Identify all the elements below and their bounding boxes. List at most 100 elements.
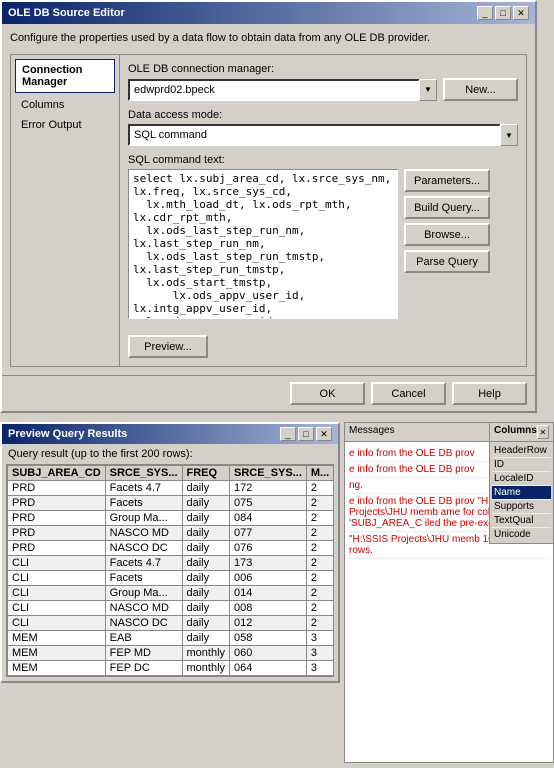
title-bar: OLE DB Source Editor _ □ ✕ <box>2 2 535 24</box>
tab-error-output[interactable]: Error Output <box>15 115 115 135</box>
table-row: MEMEABdaily0583 <box>8 631 334 646</box>
bottom-buttons: OK Cancel Help <box>2 375 535 411</box>
col-header-freq: FREQ <box>182 466 230 481</box>
data-access-mode-row: SQL command ▼ <box>128 124 518 146</box>
table-cell: daily <box>182 616 230 631</box>
right-column-panel: Columns ✕ HeaderRow ID LocaleID Name Sup… <box>489 422 554 544</box>
table-cell: 3 <box>306 646 333 661</box>
sql-command-group: SQL command text: Parameters... Build Qu… <box>128 154 518 319</box>
table-row: PRDGroup Ma...daily0842 <box>8 511 334 526</box>
preview-maximize-button[interactable]: □ <box>298 427 314 441</box>
table-cell: 173 <box>230 556 307 571</box>
results-table-wrapper[interactable]: SUBJ_AREA_CD SRCE_SYS... FREQ SRCE_SYS..… <box>6 464 334 677</box>
preview-title-buttons: _ □ ✕ <box>280 427 332 441</box>
table-cell: monthly <box>182 646 230 661</box>
table-cell: 2 <box>306 616 333 631</box>
table-cell: PRD <box>8 481 106 496</box>
preview-close-button[interactable]: ✕ <box>316 427 332 441</box>
table-cell: FEP DC <box>105 661 182 676</box>
connection-manager-dropdown[interactable]: edwprd02.bpeck <box>128 79 420 101</box>
col-header-srce-sys2: SRCE_SYS... <box>230 466 307 481</box>
col-name: Name <box>492 486 551 500</box>
table-cell: EAB <box>105 631 182 646</box>
tab-connection-manager[interactable]: Connection Manager <box>15 59 115 93</box>
connection-manager-group: OLE DB connection manager: edwprd02.bpec… <box>128 63 518 101</box>
help-button[interactable]: Help <box>452 382 527 405</box>
table-cell: 075 <box>230 496 307 511</box>
right-panel-title: Columns <box>494 425 537 439</box>
col-header-row: HeaderRow <box>492 444 551 458</box>
title-bar-buttons: _ □ ✕ <box>477 6 529 20</box>
results-table: SUBJ_AREA_CD SRCE_SYS... FREQ SRCE_SYS..… <box>7 465 334 676</box>
table-row: MEMFEP MDmonthly0603 <box>8 646 334 661</box>
table-cell: 084 <box>230 511 307 526</box>
table-cell: 076 <box>230 541 307 556</box>
table-header-row: SUBJ_AREA_CD SRCE_SYS... FREQ SRCE_SYS..… <box>8 466 334 481</box>
ok-button[interactable]: OK <box>290 382 365 405</box>
table-row: CLIFacetsdaily0062 <box>8 571 334 586</box>
close-button[interactable]: ✕ <box>513 6 529 20</box>
table-cell: 2 <box>306 526 333 541</box>
minimize-button[interactable]: _ <box>477 6 493 20</box>
data-access-mode-wrapper: SQL command ▼ <box>128 124 518 146</box>
browse-button[interactable]: Browse... <box>404 223 490 246</box>
tab-columns[interactable]: Columns <box>15 95 115 115</box>
table-cell: daily <box>182 631 230 646</box>
table-cell: MEM <box>8 661 106 676</box>
table-cell: Facets <box>105 571 182 586</box>
table-cell: 2 <box>306 571 333 586</box>
table-row: PRDFacetsdaily0752 <box>8 496 334 511</box>
table-cell: Facets 4.7 <box>105 481 182 496</box>
col-unicode: Unicode <box>492 528 551 541</box>
new-connection-button[interactable]: New... <box>443 78 518 101</box>
table-cell: NASCO MD <box>105 601 182 616</box>
table-cell: 008 <box>230 601 307 616</box>
connection-manager-dropdown-arrow[interactable]: ▼ <box>419 79 437 101</box>
build-query-button[interactable]: Build Query... <box>404 196 490 219</box>
table-cell: PRD <box>8 511 106 526</box>
table-cell: 012 <box>230 616 307 631</box>
preview-title-bar: Preview Query Results _ □ ✕ <box>2 424 338 444</box>
preview-minimize-button[interactable]: _ <box>280 427 296 441</box>
table-cell: 060 <box>230 646 307 661</box>
table-cell: daily <box>182 556 230 571</box>
table-cell: 2 <box>306 496 333 511</box>
table-cell: 006 <box>230 571 307 586</box>
data-access-mode-arrow[interactable]: ▼ <box>500 124 518 146</box>
table-row: PRDFacets 4.7daily1722 <box>8 481 334 496</box>
table-cell: daily <box>182 586 230 601</box>
table-cell: CLI <box>8 556 106 571</box>
col-id: ID <box>492 458 551 472</box>
table-row: CLIFacets 4.7daily1732 <box>8 556 334 571</box>
right-panel-close-btn[interactable]: ✕ <box>537 425 549 439</box>
table-cell: monthly <box>182 661 230 676</box>
table-cell: 172 <box>230 481 307 496</box>
table-cell: 058 <box>230 631 307 646</box>
table-cell: PRD <box>8 496 106 511</box>
table-cell: MEM <box>8 631 106 646</box>
maximize-button[interactable]: □ <box>495 6 511 20</box>
table-cell: 2 <box>306 481 333 496</box>
connection-manager-row: edwprd02.bpeck ▼ New... <box>128 78 518 101</box>
main-window: OLE DB Source Editor _ □ ✕ Configure the… <box>0 0 537 413</box>
sql-buttons: Parameters... Build Query... Browse... P… <box>404 169 490 319</box>
window-body: Configure the properties used by a data … <box>2 24 535 375</box>
cancel-button[interactable]: Cancel <box>371 382 446 405</box>
col-header-m: M... <box>306 466 333 481</box>
table-cell: 014 <box>230 586 307 601</box>
preview-button[interactable]: Preview... <box>128 335 208 358</box>
data-access-mode-dropdown[interactable]: SQL command <box>128 124 501 146</box>
table-cell: 3 <box>306 661 333 676</box>
table-cell: Group Ma... <box>105 586 182 601</box>
table-cell: daily <box>182 481 230 496</box>
results-table-body: PRDFacets 4.7daily1722PRDFacetsdaily0752… <box>8 481 334 676</box>
parse-query-button[interactable]: Parse Query <box>404 250 490 273</box>
table-cell: daily <box>182 511 230 526</box>
side-panel-title-text: Messages <box>349 425 395 439</box>
sql-textarea[interactable] <box>128 169 398 319</box>
parameters-button[interactable]: Parameters... <box>404 169 490 192</box>
table-cell: MEM <box>8 646 106 661</box>
data-access-mode-label: Data access mode: <box>128 109 518 121</box>
table-cell: 2 <box>306 541 333 556</box>
table-row: PRDNASCO DCdaily0762 <box>8 541 334 556</box>
